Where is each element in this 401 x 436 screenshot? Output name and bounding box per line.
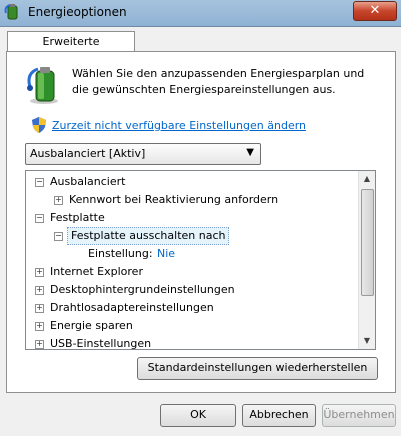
- scroll-up-icon[interactable]: ▲: [359, 171, 375, 187]
- battery-app-icon: [4, 4, 18, 20]
- battery-icon: [27, 67, 58, 104]
- expand-icon[interactable]: +: [35, 268, 44, 277]
- settings-tree[interactable]: − Ausbalanciert + Kennwort bei Reaktivie…: [25, 170, 376, 350]
- restore-defaults-button[interactable]: Standardeinstellungen wiederherstellen: [137, 357, 378, 380]
- tree-item-label: Kennwort bei Reaktivierung anfordern: [69, 193, 279, 206]
- power-plan-select-value: Ausbalanciert [Aktiv]: [30, 147, 146, 160]
- window-title: Energieoptionen: [28, 5, 127, 19]
- tree-item-label: USB-Einstellungen: [50, 337, 152, 350]
- tree-item-einstellung[interactable]: Einstellung: Nie: [26, 245, 356, 263]
- cancel-button[interactable]: Abbrechen: [242, 404, 316, 427]
- expand-icon[interactable]: +: [35, 304, 44, 313]
- tree-item-internet-explorer[interactable]: + Internet Explorer: [26, 263, 356, 281]
- collapse-icon[interactable]: −: [35, 214, 44, 223]
- collapse-icon[interactable]: −: [54, 232, 63, 241]
- tree-item-drahtlosadapter[interactable]: + Drahtlosadaptereinstellungen: [26, 299, 356, 317]
- collapse-icon[interactable]: −: [35, 178, 44, 187]
- tree-item-kennwort[interactable]: + Kennwort bei Reaktivierung anfordern: [26, 191, 356, 209]
- title-bar: Energieoptionen ✕: [0, 0, 401, 27]
- close-icon: ✕: [369, 3, 381, 18]
- tree-item-festplatte-ausschalten[interactable]: − Festplatte ausschalten nach: [26, 227, 356, 245]
- power-plan-select[interactable]: Ausbalanciert [Aktiv] ▼: [25, 143, 261, 165]
- tree-item-ausbalanciert[interactable]: − Ausbalanciert: [26, 173, 356, 191]
- chevron-down-icon: ▼: [246, 147, 254, 158]
- tab-advanced-settings[interactable]: Erweiterte Einstellungen: [7, 31, 135, 67]
- scroll-thumb[interactable]: [361, 189, 374, 296]
- tree-item-usb[interactable]: + USB-Einstellungen: [26, 335, 356, 350]
- ok-button[interactable]: OK: [160, 404, 236, 427]
- apply-button[interactable]: Übernehmen: [322, 404, 396, 427]
- tree-scrollbar[interactable]: ▲ ▼: [358, 171, 375, 349]
- plan-description: Wählen Sie den anzupassenden Energiespar…: [72, 67, 365, 96]
- setting-label: Einstellung:: [88, 247, 153, 260]
- tree-item-label: Internet Explorer: [50, 265, 143, 278]
- tree-item-festplatte[interactable]: − Festplatte: [26, 209, 356, 227]
- expand-icon[interactable]: +: [35, 340, 44, 349]
- tree-item-label: Festplatte: [50, 211, 105, 224]
- tree-item-label: Drahtlosadaptereinstellungen: [50, 301, 214, 314]
- tree-item-desktophintergrund[interactable]: + Desktophintergrundeinstellungen: [26, 281, 356, 299]
- expand-icon[interactable]: +: [35, 286, 44, 295]
- tree-item-label: Ausbalanciert: [50, 175, 126, 188]
- change-unavailable-settings-link[interactable]: Zurzeit nicht verfügbare Einstellungen ä…: [52, 119, 306, 132]
- uac-shield-icon: [32, 117, 46, 133]
- tree-item-label: Festplatte ausschalten nach: [67, 227, 230, 245]
- tree-item-label: Energie sparen: [50, 319, 133, 332]
- tree-item-energie-sparen[interactable]: + Energie sparen: [26, 317, 356, 335]
- close-button[interactable]: ✕: [353, 1, 397, 21]
- expand-icon[interactable]: +: [35, 322, 44, 331]
- expand-icon[interactable]: +: [54, 196, 63, 205]
- scroll-down-icon[interactable]: ▼: [359, 333, 375, 349]
- tree-item-label: Desktophintergrundeinstellungen: [50, 283, 235, 296]
- setting-value-link[interactable]: Nie: [157, 245, 175, 263]
